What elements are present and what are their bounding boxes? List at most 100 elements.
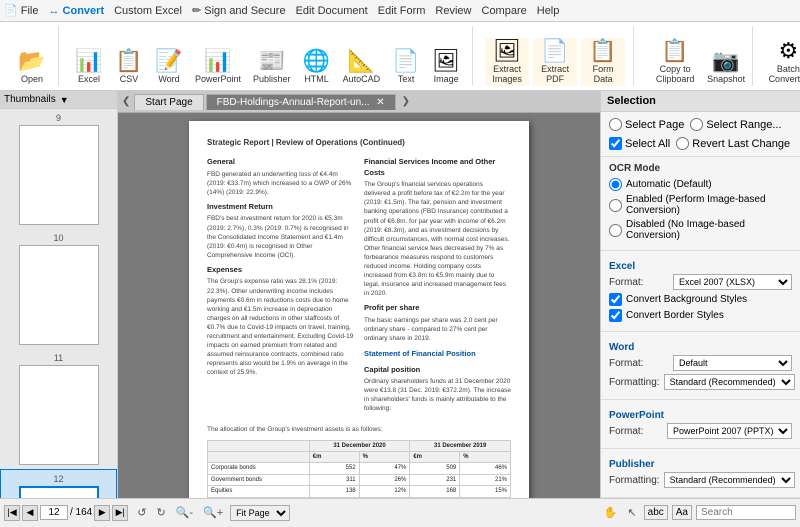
- copy-to-clipboard-button[interactable]: 📋 Copy to Clipboard: [646, 38, 704, 86]
- ocr-disabled-option[interactable]: Disabled (No Image-based Conversion): [609, 219, 792, 241]
- profit-per-share-text: The basic earnings per share was 2.0 cen…: [364, 316, 511, 343]
- row-label: Corporate bonds: [208, 463, 310, 474]
- csv-button[interactable]: 📋 CSV: [111, 48, 147, 86]
- snapshot-button[interactable]: 📷 Snapshot: [708, 48, 744, 86]
- ocr-enabled-radio[interactable]: [609, 199, 622, 212]
- start-page-tab[interactable]: Start Page: [134, 94, 203, 110]
- ocr-enabled-option[interactable]: Enabled (Perform Image-based Conversion): [609, 194, 792, 216]
- zoom-in-btn[interactable]: 🔍+: [200, 505, 226, 520]
- ocr-status-btn[interactable]: abc: [644, 505, 668, 520]
- convert-menu[interactable]: ↔ Convert: [48, 5, 104, 17]
- tab-nav-left[interactable]: ❮: [118, 94, 134, 109]
- ribbon: 📂 Open 📊 Excel 📋 CSV 📝 Word: [0, 22, 800, 91]
- text-button[interactable]: 📄 Text: [388, 48, 424, 86]
- help-menu[interactable]: Help: [537, 5, 560, 17]
- word-format-select[interactable]: Default: [673, 355, 792, 371]
- compare-menu[interactable]: Compare: [482, 5, 527, 17]
- ocr-auto-label: Automatic (Default): [626, 179, 712, 190]
- ocr-title: OCR Mode: [609, 163, 792, 174]
- thumbnail-sidebar: Thumbnails ▼ 9 10 11: [0, 91, 118, 498]
- convert-border-label: Convert Border Styles: [626, 310, 724, 321]
- select-page-radio[interactable]: [609, 118, 622, 131]
- powerpoint-format-select[interactable]: PowerPoint 2007 (PPTX): [667, 423, 792, 439]
- zoom-out-btn[interactable]: 🔍-: [173, 505, 196, 520]
- autocad-button[interactable]: 📐 AutoCAD: [339, 48, 385, 86]
- next-page-btn[interactable]: ▶: [94, 505, 110, 521]
- ocr-auto-radio[interactable]: [609, 178, 622, 191]
- general-text: FBD generated an underwriting loss of €4…: [207, 170, 354, 197]
- extract-pdf-button[interactable]: 📄 Extract PDF: [533, 38, 577, 86]
- edit-form-menu[interactable]: Edit Form: [378, 5, 426, 17]
- page-tab-bar: ❮ Start Page FBD-Holdings-Annual-Report-…: [118, 91, 600, 113]
- convert-background-option[interactable]: Convert Background Styles: [609, 293, 792, 306]
- select-all-checkbox[interactable]: [609, 137, 622, 150]
- text-mode-btn[interactable]: Aa: [672, 505, 692, 520]
- custom-excel-menu[interactable]: Custom Excel: [114, 5, 182, 17]
- search-input[interactable]: [696, 505, 796, 520]
- publisher-formatting-select[interactable]: Standard (Recommended): [664, 472, 795, 488]
- row-v1: 68: [309, 497, 359, 498]
- row-v2: 63: [410, 497, 460, 498]
- select-range-radio[interactable]: [690, 118, 703, 131]
- excel-button[interactable]: 📊 Excel: [71, 48, 107, 86]
- powerpoint-button[interactable]: 📊 PowerPoint: [191, 48, 245, 86]
- thumb-img-10: [19, 245, 99, 345]
- open-button[interactable]: 📂 Open: [14, 48, 50, 86]
- edit-document-menu[interactable]: Edit Document: [296, 5, 368, 17]
- row-v2: 231: [410, 474, 460, 485]
- tab-nav-right[interactable]: ❯: [398, 94, 414, 109]
- convert-border-option[interactable]: Convert Border Styles: [609, 309, 792, 322]
- ocr-disabled-radio[interactable]: [609, 224, 622, 237]
- word-format-label: Format:: [609, 358, 669, 369]
- table-row: Equities 138 12% 168 15%: [208, 486, 511, 497]
- word-button[interactable]: 📝 Word: [151, 48, 187, 86]
- thumbnail-dropdown-icon[interactable]: ▼: [60, 95, 69, 105]
- last-page-btn[interactable]: ▶|: [112, 505, 128, 521]
- investment-table: 31 December 2020 31 December 2019 €m % €…: [207, 440, 511, 498]
- thumbnail-page-9[interactable]: 9: [0, 109, 117, 229]
- thumbnail-page-10[interactable]: 10: [0, 229, 117, 349]
- rotate-left-btn[interactable]: ↺: [134, 505, 149, 520]
- batch-converter-button[interactable]: ⚙ Batch Converter: [765, 38, 800, 86]
- file-menu[interactable]: 📄 File: [4, 4, 38, 17]
- doc-tab-close[interactable]: ✕: [376, 97, 384, 108]
- review-menu[interactable]: Review: [435, 5, 471, 17]
- thumb-img-9: [19, 125, 99, 225]
- page-number-input[interactable]: [40, 505, 68, 520]
- select-range-label: Select Range...: [706, 119, 781, 131]
- publisher-icon: 📰: [258, 50, 285, 72]
- first-page-btn[interactable]: |◀: [4, 505, 20, 521]
- thumbnail-page-12[interactable]: 12: [0, 469, 117, 498]
- text-icon: 📄: [392, 50, 419, 72]
- doc-report-title: Strategic Report | Review of Operations …: [207, 137, 511, 148]
- zoom-select[interactable]: Fit Page 50% 75% 100%: [230, 505, 290, 521]
- row-v2: 509: [410, 463, 460, 474]
- doc-right-col: Financial Services Income and Other Cost…: [364, 152, 511, 416]
- expenses-title: Expenses: [207, 265, 354, 276]
- convert-background-checkbox[interactable]: [609, 293, 622, 306]
- hand-tool-btn[interactable]: ✋: [601, 505, 621, 520]
- sign-secure-menu[interactable]: ✏ Sign and Secure: [192, 4, 286, 17]
- publisher-button[interactable]: 📰 Publisher: [249, 48, 295, 86]
- thumbnail-page-11[interactable]: 11: [0, 349, 117, 469]
- doc-tab[interactable]: FBD-Holdings-Annual-Report-un... ✕: [206, 94, 396, 110]
- excel-format-select[interactable]: Excel 2007 (XLSX) Excel 97-2003 (XLS): [673, 274, 792, 290]
- ocr-auto-option[interactable]: Automatic (Default): [609, 178, 792, 191]
- open-label: Open: [21, 74, 43, 84]
- word-formatting-select[interactable]: Standard (Recommended): [664, 374, 795, 390]
- select-page-option: Select Page: [609, 118, 684, 131]
- select-tool-btn[interactable]: ↖: [624, 505, 639, 520]
- table-sub-2019-pct: %: [460, 452, 511, 463]
- selection-buttons: Select Page Select Range... Select All R…: [609, 118, 792, 150]
- prev-page-btn[interactable]: ◀: [22, 505, 38, 521]
- rotate-right-btn[interactable]: ↻: [153, 505, 168, 520]
- thumbnail-list: 9 10 11 12: [0, 109, 117, 498]
- extract-images-button[interactable]: 🖼 Extract Images: [485, 38, 529, 86]
- form-data-button[interactable]: 📋 Form Data: [581, 38, 625, 86]
- html-button[interactable]: 🌐 HTML: [299, 48, 335, 86]
- image-button[interactable]: 🖼 Image: [428, 48, 464, 86]
- convert-border-checkbox[interactable]: [609, 309, 622, 322]
- ribbon-content: 📂 Open 📊 Excel 📋 CSV 📝 Word: [0, 22, 800, 90]
- status-right: ✋ ↖ abc Aa: [601, 505, 796, 520]
- revert-radio[interactable]: [676, 137, 689, 150]
